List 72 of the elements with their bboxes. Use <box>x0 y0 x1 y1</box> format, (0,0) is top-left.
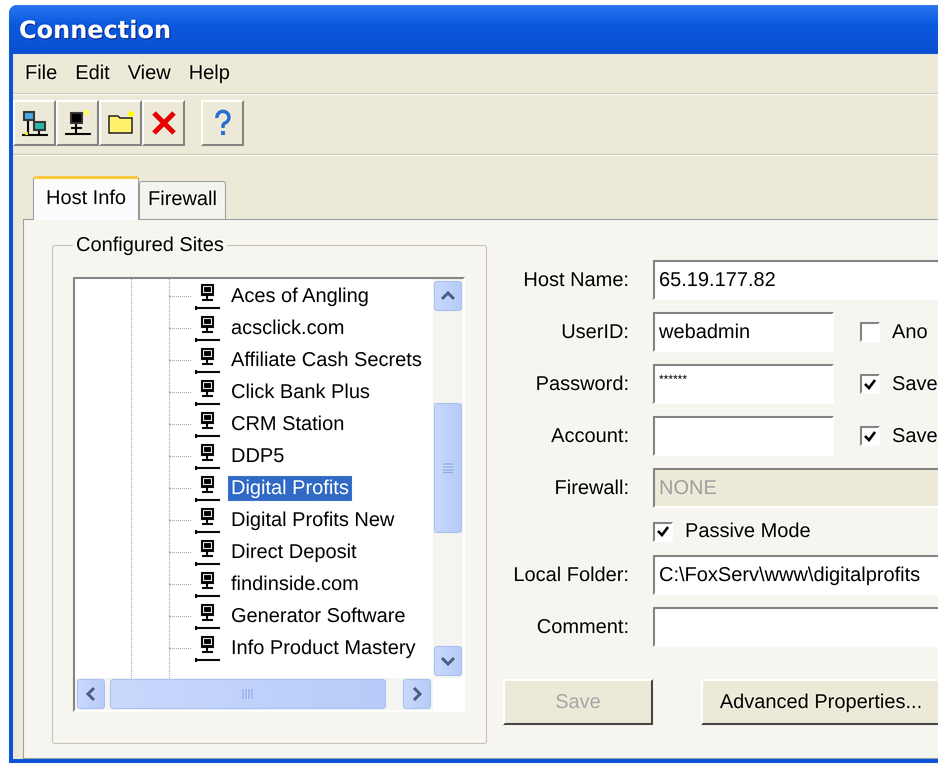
group-title: Configured Sites <box>75 234 225 257</box>
scroll-left-button[interactable] <box>77 679 105 709</box>
scroll-right-button[interactable] <box>403 679 431 709</box>
toolbar-button[interactable] <box>13 100 56 146</box>
computer-icon <box>193 505 223 535</box>
field-label: Comment: <box>536 616 629 638</box>
computer-icon <box>193 441 223 471</box>
text-field[interactable]: 65.19.177.82 <box>653 260 938 300</box>
window-title: Connection <box>19 16 172 44</box>
menu-item[interactable]: File <box>17 58 66 89</box>
checkbox-label: Save <box>892 372 938 396</box>
field-label: Host Name: <box>522 268 629 292</box>
button[interactable]: Advanced Properties... <box>701 679 938 725</box>
text-field[interactable] <box>653 607 938 647</box>
computer-icon <box>193 569 223 599</box>
computer-icon <box>62 108 92 138</box>
site-item[interactable]: DDP5 <box>228 444 288 468</box>
site-item[interactable]: Info Product Mastery <box>228 636 419 660</box>
field-label: Firewall: <box>554 476 629 500</box>
check-icon <box>864 378 876 390</box>
site-item[interactable]: Click Bank Plus <box>228 380 373 404</box>
scroll-thumb[interactable] <box>434 403 462 533</box>
site-item[interactable]: Digital Profits <box>228 476 352 500</box>
text-field[interactable]: C:\FoxServ\www\digitalprofits <box>653 555 938 595</box>
site-item[interactable]: Aces of Angling <box>228 284 372 308</box>
site-item[interactable]: acsclick.com <box>228 316 348 340</box>
text-field[interactable] <box>653 416 834 456</box>
checkbox[interactable] <box>860 426 880 446</box>
computer-icon <box>193 313 223 343</box>
site-item[interactable]: Digital Profits New <box>228 508 398 532</box>
site-item[interactable]: findinside.com <box>228 572 362 596</box>
password-field[interactable]: ****** <box>653 364 834 404</box>
checkbox[interactable] <box>860 322 880 342</box>
field-label: UserID: <box>560 320 629 344</box>
field-label: Account: <box>550 424 629 448</box>
computer-icon <box>193 633 223 663</box>
check-icon <box>864 430 876 442</box>
scroll-thumb[interactable] <box>110 679 386 709</box>
checkbox-label: Ano <box>892 320 928 344</box>
computer-icon <box>193 473 223 503</box>
grip-icon <box>443 463 453 473</box>
field-label: Local Folder: <box>512 564 629 586</box>
computer-icon <box>193 281 223 311</box>
menu-item[interactable]: Edit <box>67 58 118 89</box>
tab[interactable]: Host Info <box>33 176 140 220</box>
text-field[interactable]: webadmin <box>653 312 834 352</box>
field-label: Password: <box>534 372 629 396</box>
toolbar-button[interactable] <box>99 100 142 146</box>
site-item[interactable]: Generator Software <box>228 604 409 628</box>
scroll-up-button[interactable] <box>434 281 462 311</box>
computer-icon <box>193 345 223 375</box>
scroll-down-button[interactable] <box>434 646 462 676</box>
computers-icon <box>20 108 50 138</box>
checkbox-label: Passive Mode <box>685 520 811 543</box>
tab[interactable]: Firewall <box>139 181 226 219</box>
check-icon <box>657 526 669 537</box>
computer-icon <box>193 601 223 631</box>
site-item[interactable]: Direct Deposit <box>228 540 360 564</box>
computer-icon <box>193 377 223 407</box>
site-item[interactable]: Affiliate Cash Secrets <box>228 348 425 372</box>
checkbox-label: Save <box>892 424 938 448</box>
site-item[interactable]: CRM Station <box>228 412 348 436</box>
grip-icon <box>242 689 254 699</box>
menu-item[interactable]: Help <box>180 58 238 89</box>
horizontal-scrollbar[interactable] <box>75 678 433 710</box>
menu-item[interactable]: View <box>120 58 179 89</box>
checkbox[interactable] <box>653 522 673 542</box>
computer-icon <box>193 537 223 567</box>
computer-icon <box>193 409 223 439</box>
checkbox[interactable] <box>860 374 880 394</box>
vertical-scrollbar[interactable] <box>433 279 463 678</box>
toolbar-button[interactable] <box>56 100 99 146</box>
